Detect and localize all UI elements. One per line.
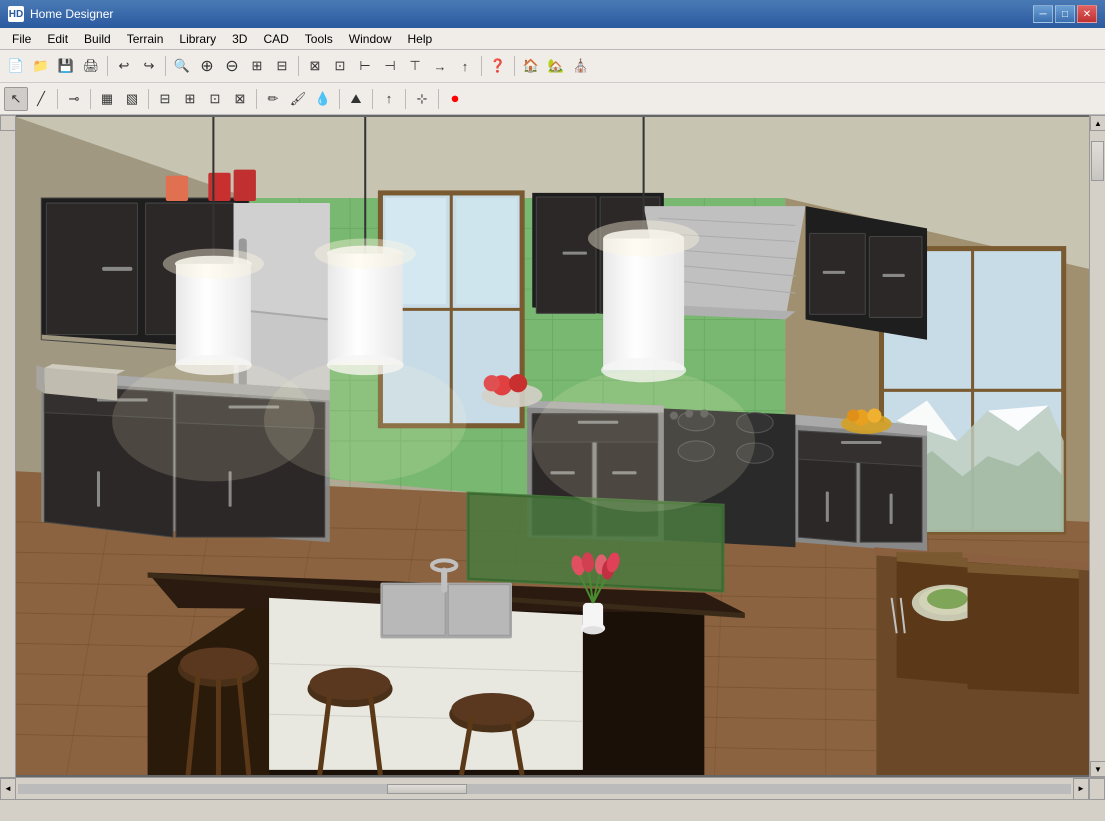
window-tool[interactable]: ⊡ xyxy=(203,87,227,111)
tool-g[interactable]: ↑ xyxy=(453,54,477,78)
separator-4 xyxy=(481,56,482,76)
menu-library[interactable]: Library xyxy=(171,30,224,48)
menu-bar: File Edit Build Terrain Library 3D CAD T… xyxy=(0,28,1105,50)
stair-tool[interactable]: ⊠ xyxy=(228,87,252,111)
scroll-corner xyxy=(1089,778,1105,800)
separator-13 xyxy=(438,89,439,109)
scroll-right-button[interactable]: ► xyxy=(1073,778,1089,800)
status-bar xyxy=(0,799,1105,821)
menu-window[interactable]: Window xyxy=(341,30,400,48)
menu-tools[interactable]: Tools xyxy=(297,30,341,48)
scroll-thumb-horizontal[interactable] xyxy=(387,784,467,794)
menu-edit[interactable]: Edit xyxy=(39,30,76,48)
save-button[interactable]: 💾 xyxy=(54,54,78,78)
eyedrop-tool[interactable]: 💧 xyxy=(311,87,335,111)
pencil-tool[interactable]: ✏ xyxy=(261,87,285,111)
scroll-up-button[interactable]: ▲ xyxy=(1090,115,1105,131)
toolbar-2: ↖ ╱ ⊸ ▦ ▧ ⊟ ⊞ ⊡ ⊠ ✏ 🖌 💧 ⛰ ↑ ⊹ ⏺ xyxy=(0,82,1105,114)
zoom-in-button[interactable]: ⊕ xyxy=(195,54,219,78)
scrollbar-right: ▲ ▼ xyxy=(1089,115,1105,777)
cabinet-tool2[interactable]: ▧ xyxy=(120,87,144,111)
separator-3 xyxy=(298,56,299,76)
window-controls: ─ □ ✕ xyxy=(1033,5,1097,23)
canvas-area[interactable] xyxy=(16,115,1089,777)
scroll-track-horizontal[interactable] xyxy=(18,784,1071,794)
arrowup-tool[interactable]: ↑ xyxy=(377,87,401,111)
title-bar: HD Home Designer ─ □ ✕ xyxy=(0,0,1105,28)
scroll-left-button[interactable]: ◄ xyxy=(0,778,16,800)
tool-f[interactable]: → xyxy=(428,54,452,78)
redo-button[interactable]: ↪ xyxy=(137,54,161,78)
new-button[interactable]: 📄 xyxy=(4,54,28,78)
house1-button[interactable]: 🏠 xyxy=(519,54,543,78)
separator-1 xyxy=(107,56,108,76)
menu-terrain[interactable]: Terrain xyxy=(119,30,172,48)
transform-tool[interactable]: ⊹ xyxy=(410,87,434,111)
menu-3d[interactable]: 3D xyxy=(224,30,255,48)
separator-9 xyxy=(256,89,257,109)
maximize-button[interactable]: □ xyxy=(1055,5,1075,23)
toolbar-container: 📄 📁 💾 🖨 ↩ ↪ 🔍 ⊕ ⊖ ⊞ ⊟ ⊠ ⊡ ⊢ ⊣ ⊤ → ↑ ❓ 🏠 … xyxy=(0,50,1105,115)
kitchen-render xyxy=(16,115,1089,777)
toolbar-1: 📄 📁 💾 🖨 ↩ ↪ 🔍 ⊕ ⊖ ⊞ ⊟ ⊠ ⊡ ⊢ ⊣ ⊤ → ↑ ❓ 🏠 … xyxy=(0,50,1105,82)
open-button[interactable]: 📁 xyxy=(29,54,53,78)
tool-c[interactable]: ⊢ xyxy=(353,54,377,78)
tool-d[interactable]: ⊣ xyxy=(378,54,402,78)
measure-tool[interactable]: ⊸ xyxy=(62,87,86,111)
record-btn[interactable]: ⏺ xyxy=(443,87,467,111)
menu-cad[interactable]: CAD xyxy=(255,30,296,48)
separator-12 xyxy=(405,89,406,109)
zoom-out-button[interactable]: ⊖ xyxy=(220,54,244,78)
undo-button[interactable]: ↩ xyxy=(112,54,136,78)
left-ruler xyxy=(0,115,16,777)
window-title: Home Designer xyxy=(30,7,1033,21)
menu-file[interactable]: File xyxy=(4,30,39,48)
wall-tool[interactable]: ⊟ xyxy=(153,87,177,111)
scroll-thumb-vertical[interactable] xyxy=(1091,141,1104,181)
close-button[interactable]: ✕ xyxy=(1077,5,1097,23)
help-button[interactable]: ❓ xyxy=(486,54,510,78)
separator-7 xyxy=(90,89,91,109)
scroll-down-button[interactable]: ▼ xyxy=(1090,761,1105,777)
menu-help[interactable]: Help xyxy=(399,30,440,48)
separator-2 xyxy=(165,56,166,76)
cabinet-tool[interactable]: ▦ xyxy=(95,87,119,111)
separator-11 xyxy=(372,89,373,109)
door-tool[interactable]: ⊞ xyxy=(178,87,202,111)
tool-b[interactable]: ⊡ xyxy=(328,54,352,78)
menu-build[interactable]: Build xyxy=(76,30,119,48)
separator-5 xyxy=(514,56,515,76)
minimize-button[interactable]: ─ xyxy=(1033,5,1053,23)
draw-line-tool[interactable]: ╱ xyxy=(29,87,53,111)
fit-view-button[interactable]: ⊞ xyxy=(245,54,269,78)
app-icon: HD xyxy=(8,6,24,22)
tool-a[interactable]: ⊠ xyxy=(303,54,327,78)
print-button[interactable]: 🖨 xyxy=(79,54,103,78)
tool-e[interactable]: ⊤ xyxy=(403,54,427,78)
main-area: ▲ ▼ xyxy=(0,115,1105,777)
house2-button[interactable]: 🏡 xyxy=(544,54,568,78)
scroll-track-vertical[interactable] xyxy=(1090,131,1105,761)
paint-tool[interactable]: 🖌 xyxy=(286,87,310,111)
zoom-search-button[interactable]: 🔍 xyxy=(170,54,194,78)
fit-all-button[interactable]: ⊟ xyxy=(270,54,294,78)
separator-6 xyxy=(57,89,58,109)
house3-button[interactable]: ⛪ xyxy=(569,54,593,78)
separator-8 xyxy=(148,89,149,109)
terrain-tool[interactable]: ⛰ xyxy=(344,87,368,111)
select-tool[interactable]: ↖ xyxy=(4,87,28,111)
separator-10 xyxy=(339,89,340,109)
bottom-scrollbar-bar: ◄ ► xyxy=(0,777,1105,799)
